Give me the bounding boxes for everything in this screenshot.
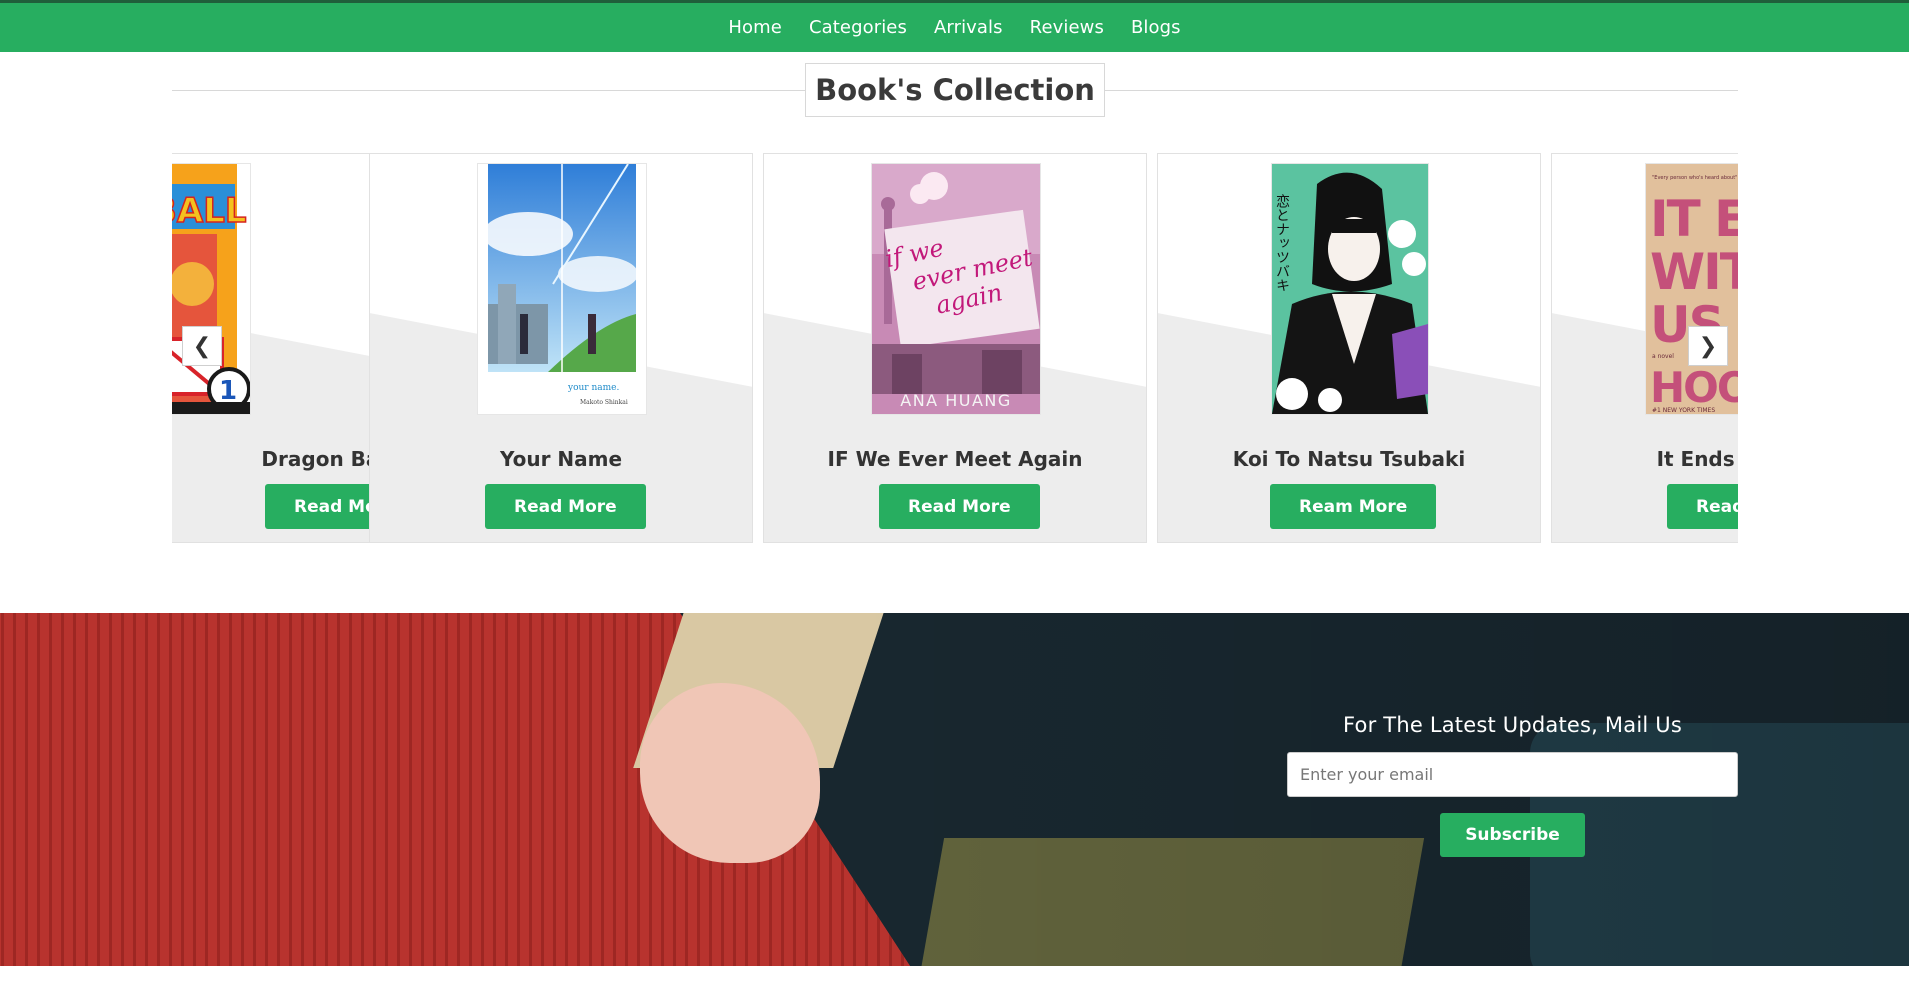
book-cover-it-ends-with-us[interactable]: "Every person who's heard about" IT E WI… [1646,164,1738,414]
svg-text:WIT: WIT [1650,243,1738,301]
subscribe-button[interactable]: Subscribe [1440,813,1585,857]
svg-text:"Every person who's heard abou: "Every person who's heard about" [1652,175,1737,181]
read-more-button[interactable]: Read More [1667,484,1738,529]
book-cover-if-we-ever-meet-again[interactable]: if we ever meet again ANA HUANG [872,164,1040,414]
svg-text:your name.: your name. [567,383,619,393]
chevron-right-icon: ❯ [1698,333,1718,359]
svg-text:HOOVER: HOOVER [1650,363,1738,412]
nav-link-blogs[interactable]: Blogs [1131,17,1181,38]
book-card-your-name: your name. Makoto Shinkai Your Name Read… [369,153,753,543]
svg-text:#1 NEW YORK TIMES: #1 NEW YORK TIMES [1652,407,1715,414]
book-title: Koi To Natsu Tsubaki [1232,447,1466,471]
email-input[interactable] [1287,752,1738,797]
svg-text:IT E: IT E [1650,190,1738,248]
svg-text:ANA HUANG: ANA HUANG [900,391,1012,410]
svg-text:1: 1 [219,376,237,406]
book-cover-art: 恋とナッツバキ [1272,164,1428,414]
carousel-next-button[interactable]: ❯ [1688,326,1728,366]
chevron-left-icon: ❮ [192,333,212,359]
newsletter-heading: For The Latest Updates, Mail Us [1343,713,1682,737]
book-cover-your-name[interactable]: your name. Makoto Shinkai [478,164,646,414]
newsletter-form: For The Latest Updates, Mail Us Subscrib… [1287,713,1738,857]
nav-link-categories[interactable]: Categories [809,17,907,38]
ream-more-button[interactable]: Ream More [1270,484,1437,529]
book-title: Your Name [499,447,623,471]
svg-text:Makoto Shinkai: Makoto Shinkai [580,399,628,406]
book-cover-art: if we ever meet again ANA HUANG [872,164,1040,414]
svg-text:恋とナッツバキ: 恋とナッツバキ [1274,193,1290,292]
svg-text:BALL: BALL [172,191,247,231]
svg-text:a novel: a novel [1652,353,1674,360]
carousel-prev-button[interactable]: ❮ [182,326,222,366]
book-title: It Ends With Us [1656,447,1738,471]
book-title: IF We Ever Meet Again [827,447,1083,471]
book-carousel[interactable]: BALL 1 Dragon Ball Z Read More [172,153,1738,545]
top-navbar: Home Categories Arrivals Reviews Blogs [0,0,1909,52]
book-card-if-we-ever-meet-again: if we ever meet again ANA HUANG IF We Ev… [763,153,1147,543]
book-cover-art: "Every person who's heard about" IT E WI… [1646,164,1738,414]
book-cover-art: BALL 1 [172,164,250,414]
book-cover-koi-to-natsu-tsubaki[interactable]: 恋とナッツバキ [1272,164,1428,414]
book-cover-art: your name. Makoto Shinkai [478,164,646,414]
nav-link-reviews[interactable]: Reviews [1030,17,1104,38]
read-more-button[interactable]: Read More [879,484,1040,529]
book-cover-dragon-ball[interactable]: BALL 1 [172,164,250,414]
section-title: Book's Collection [805,63,1105,117]
nav-link-arrivals[interactable]: Arrivals [934,17,1003,38]
newsletter-section: For The Latest Updates, Mail Us Subscrib… [0,613,1909,966]
book-card-koi-to-natsu-tsubaki: 恋とナッツバキ Koi To Natsu Tsubaki Ream More [1157,153,1541,543]
nav-link-home[interactable]: Home [728,17,782,38]
read-more-button[interactable]: Read More [485,484,646,529]
